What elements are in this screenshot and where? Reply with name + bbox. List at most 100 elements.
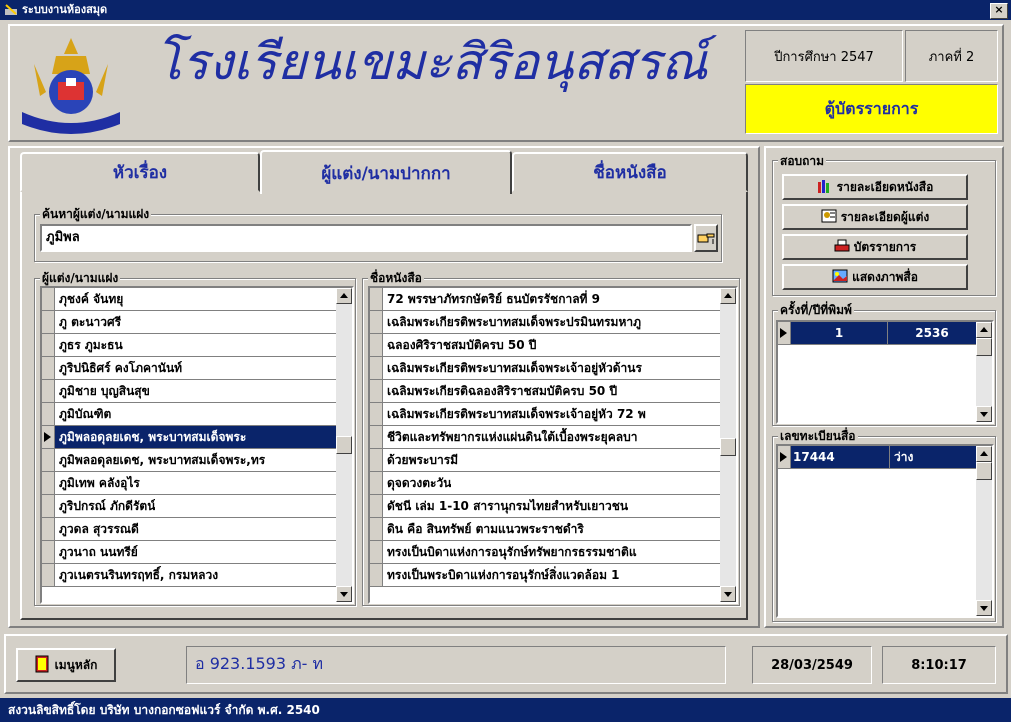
scroll-thumb[interactable] bbox=[976, 338, 992, 356]
authors-scrollbar[interactable] bbox=[336, 288, 352, 602]
copyright-bar: สงวนลิขสิทธิ์โดย บริษัท บางกอกซอฟแวร์ จำ… bbox=[0, 698, 1011, 722]
main-menu-label: เมนูหลัก bbox=[54, 657, 98, 672]
list-item[interactable]: 72 พรรษาภัทรกษัตริย์ ธนบัตรรัชกาลที่ 9 bbox=[370, 288, 720, 311]
call-number: อ 923.1593 ภ- ท bbox=[186, 646, 726, 684]
list-item[interactable]: ภูธร ภูมะธน bbox=[42, 334, 336, 357]
scroll-down-button[interactable] bbox=[720, 586, 736, 602]
books-icon bbox=[817, 179, 833, 196]
list-item[interactable]: ภุชงค์ จันทยุ bbox=[42, 288, 336, 311]
list-item[interactable]: ชีวิตและทรัพยากรแห่งแผ่นดินใต้เบื้องพระย… bbox=[370, 426, 720, 449]
catalog-card-label: บัตรรายการ bbox=[853, 239, 917, 254]
section-title: ตู้บัตรรายการ bbox=[745, 84, 998, 134]
list-item-label: ภูวนาถ นนทรีย์ bbox=[59, 545, 138, 559]
titles-scrollbar[interactable] bbox=[720, 288, 736, 602]
list-item-label: ภูวเนตรนรินทรฤทธิ์, กรมหลวง bbox=[59, 568, 219, 582]
list-item[interactable]: ฉลองศิริราชสมบัติครบ 50 ปี bbox=[370, 334, 720, 357]
list-item-label: ภุชงค์ จันทยุ bbox=[59, 292, 124, 306]
search-button[interactable] bbox=[694, 224, 718, 252]
list-item[interactable]: ภูวเนตรนรินทรฤทธิ์, กรมหลวง bbox=[42, 564, 336, 587]
row-indicator bbox=[42, 472, 55, 494]
list-item[interactable]: ภูมิพลอดุลยเดช, พระบาทสมเด็จพระ bbox=[42, 426, 336, 449]
list-item[interactable]: เฉลิมพระเกียรติฉลองสิริราชสมบัติครบ 50 ป… bbox=[370, 380, 720, 403]
registers-scrollbar[interactable] bbox=[976, 446, 992, 616]
list-item[interactable]: ดุจดวงตะวัน bbox=[370, 472, 720, 495]
list-item[interactable]: ภูวดล สุวรรณดี bbox=[42, 518, 336, 541]
list-item[interactable]: ภูริปกรณ์ ภักดีรัตน์ bbox=[42, 495, 336, 518]
list-item[interactable]: ภูมิพลอดุลยเดช, พระบาทสมเด็จพระ,ทร bbox=[42, 449, 336, 472]
book-details-button[interactable]: รายละเอียดหนังสือ bbox=[782, 174, 968, 200]
list-item[interactable]: เฉลิมพระเกียรติพระบาทสมเด็จพระปรมินทรมหา… bbox=[370, 311, 720, 334]
close-button[interactable]: × bbox=[990, 3, 1008, 19]
row-pointer-icon bbox=[44, 432, 51, 442]
scroll-down-button[interactable] bbox=[336, 586, 352, 602]
scroll-up-button[interactable] bbox=[976, 322, 992, 338]
arrow-down-icon bbox=[724, 592, 732, 597]
row-indicator bbox=[370, 449, 383, 471]
edition-number: 1 bbox=[791, 322, 888, 344]
show-media-button[interactable]: แสดงภาพสื่อ bbox=[782, 264, 968, 290]
scroll-down-button[interactable] bbox=[976, 600, 992, 616]
list-item-label: ด้วยพระบารมี bbox=[387, 453, 459, 467]
list-item[interactable]: ภูวนาถ นนทรีย์ bbox=[42, 541, 336, 564]
authors-list[interactable]: ภุชงค์ จันทยุภู ตะนาวศรีภูธร ภูมะธนภูริป… bbox=[40, 286, 354, 604]
scroll-thumb[interactable] bbox=[336, 436, 352, 454]
list-item[interactable]: ภูมิชาย บุญสินสุข bbox=[42, 380, 336, 403]
editions-scrollbar[interactable] bbox=[976, 322, 992, 422]
list-item-label: ภูริปนิธิศร์ คงโภคานันท์ bbox=[59, 361, 183, 375]
catalog-card-button[interactable]: บัตรรายการ bbox=[782, 234, 968, 260]
scroll-thumb[interactable] bbox=[720, 438, 736, 456]
row-indicator bbox=[42, 518, 55, 540]
row-indicator bbox=[370, 426, 383, 448]
list-item[interactable]: ด้วยพระบารมี bbox=[370, 449, 720, 472]
inquiry-group-label: สอบถาม bbox=[778, 152, 827, 171]
row-indicator bbox=[370, 334, 383, 356]
list-item-label: เฉลิมพระเกียรติพระบาทสมเด็จพระเจ้าอยู่หั… bbox=[387, 407, 646, 421]
titles-list[interactable]: 72 พรรษาภัทรกษัตริย์ ธนบัตรรัชกาลที่ 9 เฉ… bbox=[368, 286, 738, 604]
row-indicator bbox=[778, 322, 791, 344]
arrow-down-icon bbox=[980, 412, 988, 417]
register-status: ว่าง bbox=[894, 450, 914, 464]
list-item-label: ภูมิพลอดุลยเดช, พระบาทสมเด็จพระ bbox=[55, 426, 336, 448]
list-item[interactable]: ภูมิบัณฑิต bbox=[42, 403, 336, 426]
arrow-up-icon bbox=[340, 293, 348, 298]
scroll-down-button[interactable] bbox=[976, 406, 992, 422]
scroll-up-button[interactable] bbox=[336, 288, 352, 304]
list-item-label: ภูวดล สุวรรณดี bbox=[59, 522, 139, 536]
row-indicator bbox=[42, 288, 55, 310]
main-menu-button[interactable]: เมนูหลัก bbox=[16, 648, 116, 682]
scroll-thumb[interactable] bbox=[976, 462, 992, 480]
row-indicator bbox=[778, 446, 791, 468]
scroll-up-button[interactable] bbox=[976, 446, 992, 462]
list-item[interactable]: ภู ตะนาวศรี bbox=[42, 311, 336, 334]
list-item[interactable]: เฉลิมพระเกียรติพระบาทสมเด็จพระเจ้าอยู่หั… bbox=[370, 357, 720, 380]
list-item[interactable]: ทรงเป็นพระบิดาแห่งการอนุรักษ์สิ่งแวดล้อม… bbox=[370, 564, 720, 587]
row-indicator bbox=[370, 380, 383, 402]
row-indicator bbox=[370, 518, 383, 540]
list-item[interactable]: ภูมิเทพ คลังอุไร bbox=[42, 472, 336, 495]
tab-author[interactable]: ผู้แต่ง/นามปากกา bbox=[260, 150, 512, 194]
list-item[interactable]: ภูริปนิธิศร์ คงโภคานันท์ bbox=[42, 357, 336, 380]
editions-grid[interactable]: 1 2536 bbox=[776, 320, 994, 424]
list-item[interactable]: ดัชนี เล่ม 1-10 สารานุกรมไทยสำหรับเยาวชน bbox=[370, 495, 720, 518]
title-bar: ระบบงานห้องสมุด × bbox=[0, 0, 1011, 20]
list-item[interactable]: ดิน คือ สินทรัพย์ ตามแนวพระราชดำริ bbox=[370, 518, 720, 541]
school-name: โรงเรียนเขมะสิริอนุสสรณ์ bbox=[155, 33, 708, 91]
table-row[interactable]: 17444 ว่าง bbox=[778, 446, 976, 469]
list-item-label: ชีวิตและทรัพยากรแห่งแผ่นดินใต้เบื้องพระย… bbox=[387, 430, 638, 444]
list-item-label: ภู ตะนาวศรี bbox=[59, 315, 122, 329]
scroll-up-button[interactable] bbox=[720, 288, 736, 304]
table-row[interactable]: 1 2536 bbox=[778, 322, 976, 345]
list-item[interactable]: ทรงเป็นบิดาแห่งการอนุรักษ์ทรัพยากรธรรมชา… bbox=[370, 541, 720, 564]
row-indicator bbox=[42, 564, 55, 586]
tab-title[interactable]: ชื่อหนังสือ bbox=[512, 152, 748, 192]
row-indicator bbox=[42, 541, 55, 563]
list-item[interactable]: เฉลิมพระเกียรติพระบาทสมเด็จพระเจ้าอยู่หั… bbox=[370, 403, 720, 426]
search-input[interactable]: ภูมิพล bbox=[40, 224, 692, 252]
registers-grid[interactable]: 17444 ว่าง bbox=[776, 444, 994, 618]
tab-subject[interactable]: หัวเรื่อง bbox=[20, 152, 260, 192]
book-details-label: รายละเอียดหนังสือ bbox=[836, 179, 934, 194]
editions-group-label: ครั้งที่/ปีที่พิมพ์ bbox=[778, 301, 854, 320]
term: ภาคที่ 2 bbox=[905, 30, 998, 82]
row-indicator bbox=[370, 288, 383, 310]
author-details-button[interactable]: รายละเอียดผู้แต่ง bbox=[782, 204, 968, 230]
